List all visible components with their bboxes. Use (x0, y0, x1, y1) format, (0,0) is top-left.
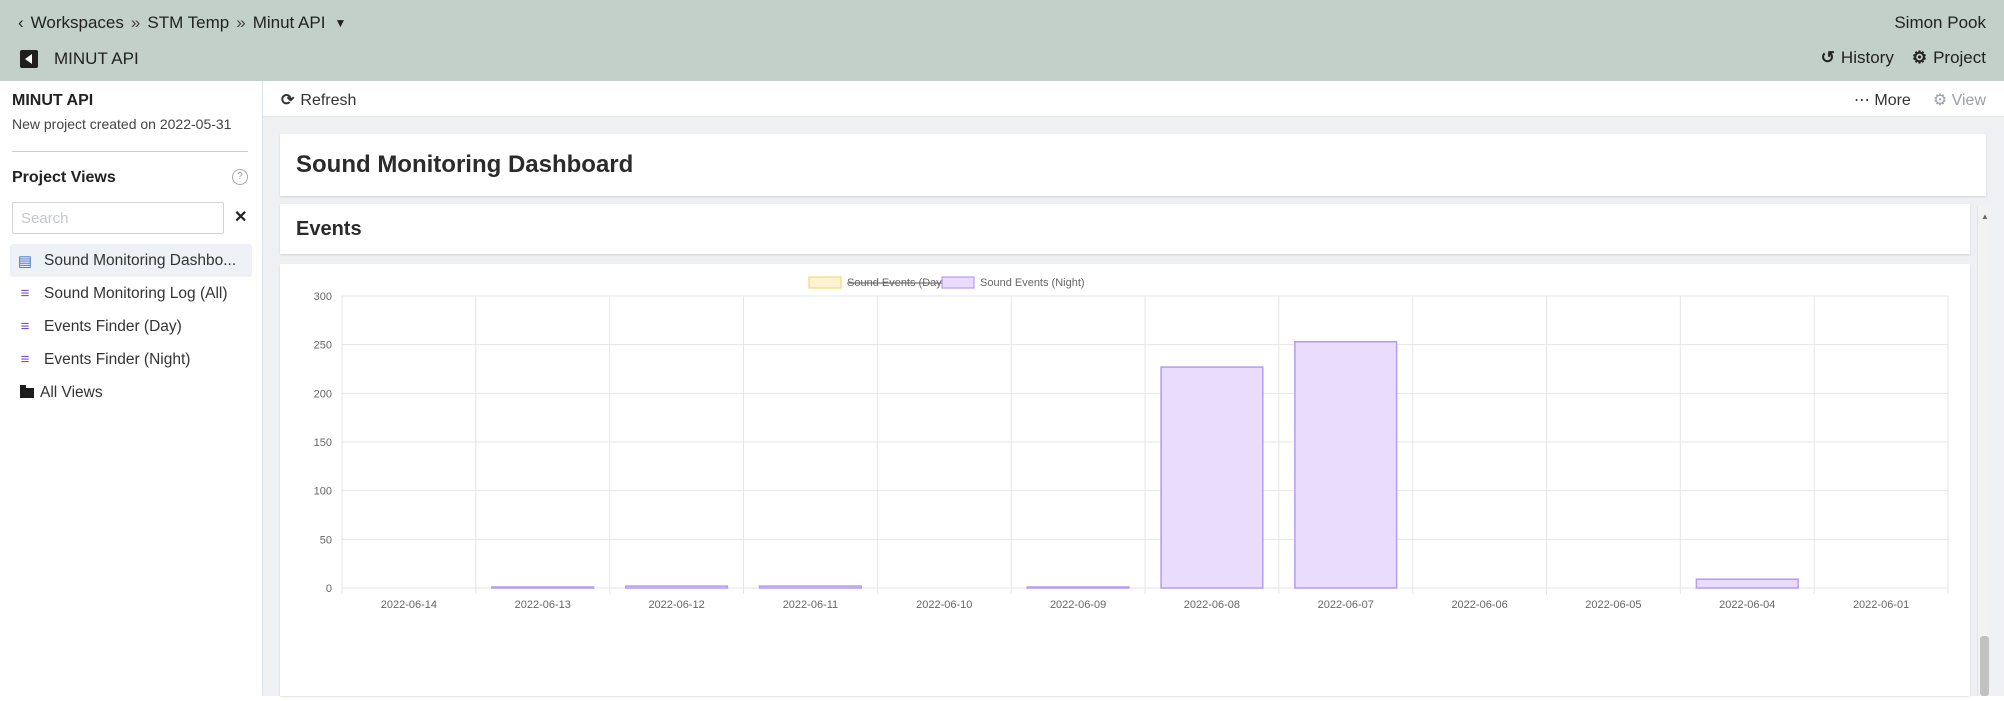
view-label: View (1951, 92, 1986, 109)
caret-down-icon[interactable]: ▼ (334, 16, 346, 30)
breadcrumb-stm-temp[interactable]: STM Temp (147, 13, 229, 33)
y-tick-label: 250 (314, 340, 332, 352)
x-tick-label: 2022-06-12 (648, 599, 704, 611)
scrollbar-thumb[interactable] (1980, 636, 1989, 696)
legend-swatch-day (808, 276, 842, 289)
help-icon[interactable]: ? (232, 169, 248, 185)
refresh-button[interactable]: ⟳ Refresh (281, 90, 356, 110)
sidebar-item-all-views[interactable]: All Views (10, 376, 252, 409)
history-icon: ↺ (1820, 48, 1835, 67)
sidebar-item-label: Sound Monitoring Dashbo... (44, 251, 237, 269)
bar-sound-events-night (1695, 578, 1799, 589)
list-icon: ≡ (20, 318, 30, 335)
top-header: ‹ Workspaces » STM Temp » Minut API ▼ Si… (0, 0, 2004, 81)
refresh-label: Refresh (300, 92, 357, 109)
sidebar-item-label: Events Finder (Night) (44, 350, 191, 368)
bar-sound-events-night (758, 585, 863, 589)
views-list: ▤ Sound Monitoring Dashbo... ≡ Sound Mon… (10, 244, 252, 409)
bar-sound-events-night (1160, 366, 1264, 589)
x-tick-label: 2022-06-08 (1184, 599, 1240, 611)
sidebar-item-sound-monitoring-dashboard[interactable]: ▤ Sound Monitoring Dashbo... (10, 244, 252, 277)
bar-sound-events-night (624, 585, 729, 589)
sidebar-item-events-finder-day[interactable]: ≡ Events Finder (Day) (10, 310, 252, 343)
y-tick-label: 0 (326, 583, 332, 595)
x-tick-label: 2022-06-14 (381, 599, 437, 611)
y-tick-label: 200 (314, 388, 332, 400)
view-button[interactable]: ⚙ View (1933, 90, 1986, 110)
x-tick-label: 2022-06-01 (1853, 599, 1909, 611)
x-tick-label: 2022-06-07 (1318, 599, 1374, 611)
dashboard-title-card: Sound Monitoring Dashboard (280, 134, 1986, 196)
breadcrumb-separator: » (130, 13, 141, 32)
user-name[interactable]: Simon Pook (1894, 13, 1986, 33)
bar-chart-icon: ▤ (17, 252, 33, 270)
scrollbar[interactable]: ▲ (1977, 206, 1991, 696)
project-row: MINUT API (20, 49, 139, 69)
y-tick-label: 100 (314, 486, 332, 498)
x-tick-label: 2022-06-05 (1585, 599, 1641, 611)
x-tick-label: 2022-06-06 (1451, 599, 1507, 611)
page-title: Sound Monitoring Dashboard (296, 151, 634, 178)
collapse-sidebar-icon[interactable] (20, 50, 38, 68)
x-tick-label: 2022-06-11 (783, 599, 838, 611)
y-tick-label: 300 (314, 291, 332, 303)
project-views-heading: Project Views (12, 169, 116, 186)
ellipsis-icon: ⋯ (1853, 92, 1875, 109)
sidebar-project-subtitle: New project created on 2022-05-31 (12, 116, 232, 132)
x-tick-label: 2022-06-04 (1719, 599, 1775, 611)
x-tick-label: 2022-06-09 (1050, 599, 1106, 611)
history-button[interactable]: ↺ History (1821, 48, 1894, 68)
project-label: Project (1933, 48, 1986, 67)
search-input[interactable] (12, 202, 224, 234)
more-label: More (1874, 92, 1911, 109)
toolbar: ⟳ Refresh ⋯ More ⚙ View (263, 81, 2004, 117)
legend-label-night: Sound Events (Night) (980, 277, 1085, 289)
sidebar-item-label: Sound Monitoring Log (All) (44, 284, 228, 302)
section-title: Events (296, 218, 362, 240)
bar-sound-events-night (1294, 340, 1398, 589)
sidebar-divider (12, 151, 248, 152)
project-button[interactable]: ⚙ Project (1912, 48, 1986, 68)
sidebar: MINUT API New project created on 2022-05… (0, 81, 263, 696)
back-chevron-icon[interactable]: ‹ (18, 13, 24, 33)
sidebar-item-events-finder-night[interactable]: ≡ Events Finder (Night) (10, 343, 252, 376)
list-icon: ≡ (20, 285, 30, 302)
x-tick-label: 2022-06-10 (916, 599, 972, 611)
clear-search-icon[interactable]: ✕ (234, 207, 247, 227)
history-label: History (1840, 48, 1894, 67)
y-tick-label: 150 (314, 437, 332, 449)
bar-sound-events-night (491, 586, 595, 589)
x-tick-label: 2022-06-13 (515, 599, 571, 611)
project-name: MINUT API (54, 49, 139, 68)
legend-label-day: Sound Events (Day) (847, 277, 945, 289)
events-section-header: Events (280, 204, 1970, 254)
scroll-up-icon[interactable]: ▲ (1981, 212, 1989, 221)
events-bar-chart: 0 50 100 150 200 250 300 2022-06-14 2022-06-13 20… (314, 276, 1949, 611)
sidebar-item-label: All Views (40, 383, 103, 401)
breadcrumb-workspaces[interactable]: Workspaces (31, 13, 124, 33)
y-tick-label: 50 (320, 534, 332, 546)
refresh-icon: ⟳ (281, 92, 295, 109)
more-button[interactable]: ⋯ More (1854, 90, 1911, 110)
folder-icon (20, 384, 34, 398)
gear-icon: ⚙ (1932, 92, 1952, 109)
legend-swatch-night (941, 276, 975, 289)
sidebar-project-title: MINUT API (12, 92, 94, 109)
list-icon: ≡ (20, 351, 30, 368)
breadcrumb: ‹ Workspaces » STM Temp » Minut API ▼ (18, 13, 346, 33)
toolbar-actions: ⋯ More ⚙ View (1854, 90, 1986, 110)
breadcrumb-minut-api[interactable]: Minut API (253, 13, 326, 33)
events-chart-card: 0 50 100 150 200 250 300 2022-06-14 2022-06-13 20… (280, 264, 1970, 696)
sidebar-item-label: Events Finder (Day) (44, 317, 182, 335)
breadcrumb-separator: » (236, 13, 246, 32)
dashboard-content: Sound Monitoring Dashboard Events 0 50 100… (263, 117, 2004, 696)
gear-icon: ⚙ (1911, 48, 1928, 67)
header-actions: ↺ History ⚙ Project (1821, 48, 1986, 68)
sidebar-item-sound-monitoring-log[interactable]: ≡ Sound Monitoring Log (All) (10, 277, 252, 310)
bar-sound-events-night (1026, 586, 1130, 589)
